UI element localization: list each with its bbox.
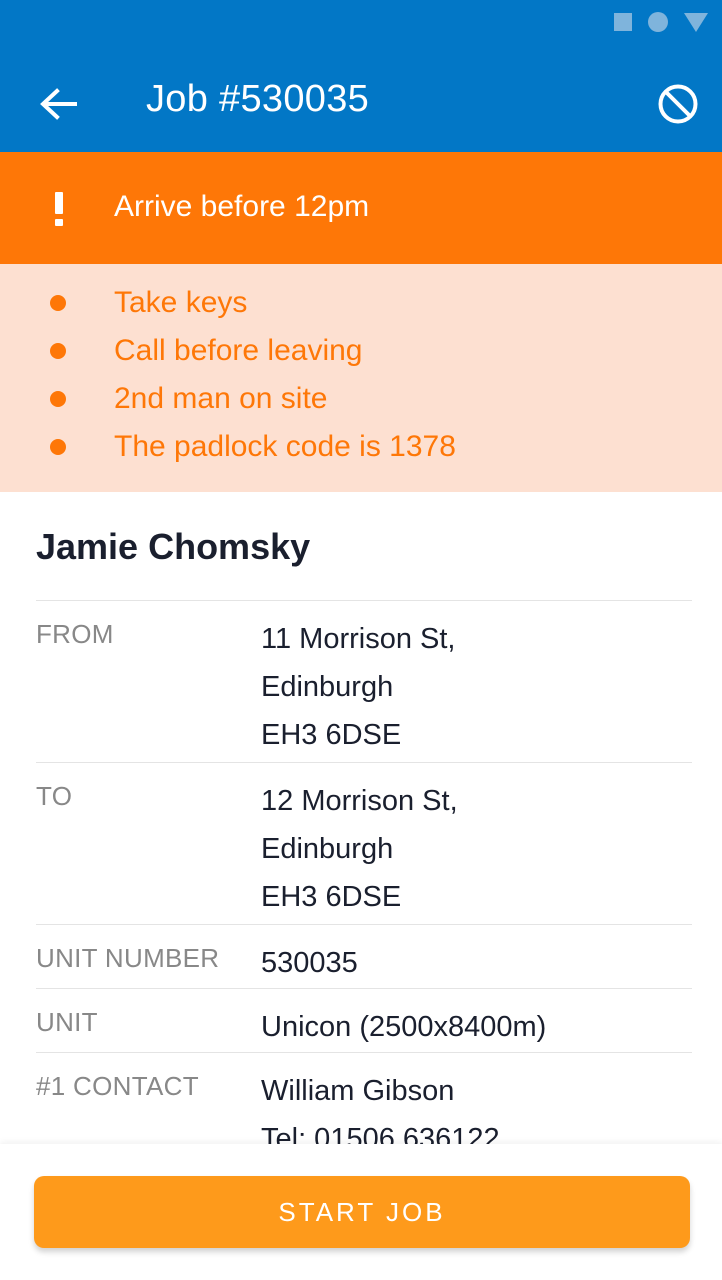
list-item: 2nd man on site <box>0 376 722 424</box>
address-line: 12 Morrison St, <box>261 785 458 817</box>
address-line: Edinburgh <box>261 671 394 703</box>
app-bar: Job #530035 <box>0 0 722 152</box>
detail-label: UNIT <box>36 1007 98 1037</box>
cancel-job-button[interactable] <box>656 82 700 126</box>
detail-label: FROM <box>36 619 114 649</box>
bullet-icon <box>50 343 66 359</box>
bullet-icon <box>50 295 66 311</box>
detail-row-to: TO 12 Morrison St, Edinburgh EH3 6DSE <box>36 762 692 924</box>
exclamation-icon <box>52 192 66 226</box>
detail-row-from: FROM 11 Morrison St, Edinburgh EH3 6DSE <box>36 600 692 762</box>
list-item: Call before leaving <box>0 328 722 376</box>
warning-banner: Arrive before 12pm <box>0 152 722 264</box>
note-text: Take keys <box>114 286 248 319</box>
from-address[interactable]: 11 Morrison St, Edinburgh EH3 6DSE <box>261 615 455 759</box>
address-line: EH3 6DSE <box>261 881 402 913</box>
list-item: Take keys <box>0 280 722 328</box>
to-address[interactable]: 12 Morrison St, Edinburgh EH3 6DSE <box>261 777 458 921</box>
customer-name: Jamie Chomsky <box>36 526 311 567</box>
unit-value: Unicon (2500x8400m) <box>261 1011 547 1043</box>
detail-row-unit: UNIT Unicon (2500x8400m) <box>36 988 692 1052</box>
detail-row-unit-number: UNIT NUMBER 530035 <box>36 924 692 988</box>
job-detail-screen: Job #530035 Arrive before 12pm Take keys… <box>0 0 722 1280</box>
address-line: EH3 6DSE <box>261 719 402 751</box>
square-icon <box>614 13 632 31</box>
detail-label: UNIT NUMBER <box>36 943 220 973</box>
bottom-action-bar: START JOB <box>0 1144 722 1280</box>
status-bar-icons <box>614 12 708 32</box>
unit-number-value: 530035 <box>261 947 358 979</box>
block-icon <box>658 84 698 124</box>
detail-label: TO <box>36 781 73 811</box>
detail-label: #1 CONTACT <box>36 1071 199 1101</box>
circle-icon <box>648 12 668 32</box>
contact-name: William Gibson <box>261 1075 455 1107</box>
note-text: 2nd man on site <box>114 382 328 415</box>
start-job-button[interactable]: START JOB <box>34 1176 690 1248</box>
back-button[interactable] <box>36 80 80 128</box>
note-text: The padlock code is 1378 <box>114 430 456 463</box>
bullet-icon <box>50 439 66 455</box>
triangle-icon <box>684 12 708 32</box>
address-line: 11 Morrison St, <box>261 623 456 655</box>
note-text: Call before leaving <box>114 334 363 367</box>
warning-text: Arrive before 12pm <box>114 190 370 223</box>
arrow-back-icon <box>40 88 77 120</box>
address-line: Edinburgh <box>261 833 394 865</box>
bullet-icon <box>50 391 66 407</box>
page-title: Job #530035 <box>146 78 370 120</box>
list-item: The padlock code is 1378 <box>0 424 722 472</box>
job-notes-list: Take keys Call before leaving 2nd man on… <box>0 264 722 492</box>
